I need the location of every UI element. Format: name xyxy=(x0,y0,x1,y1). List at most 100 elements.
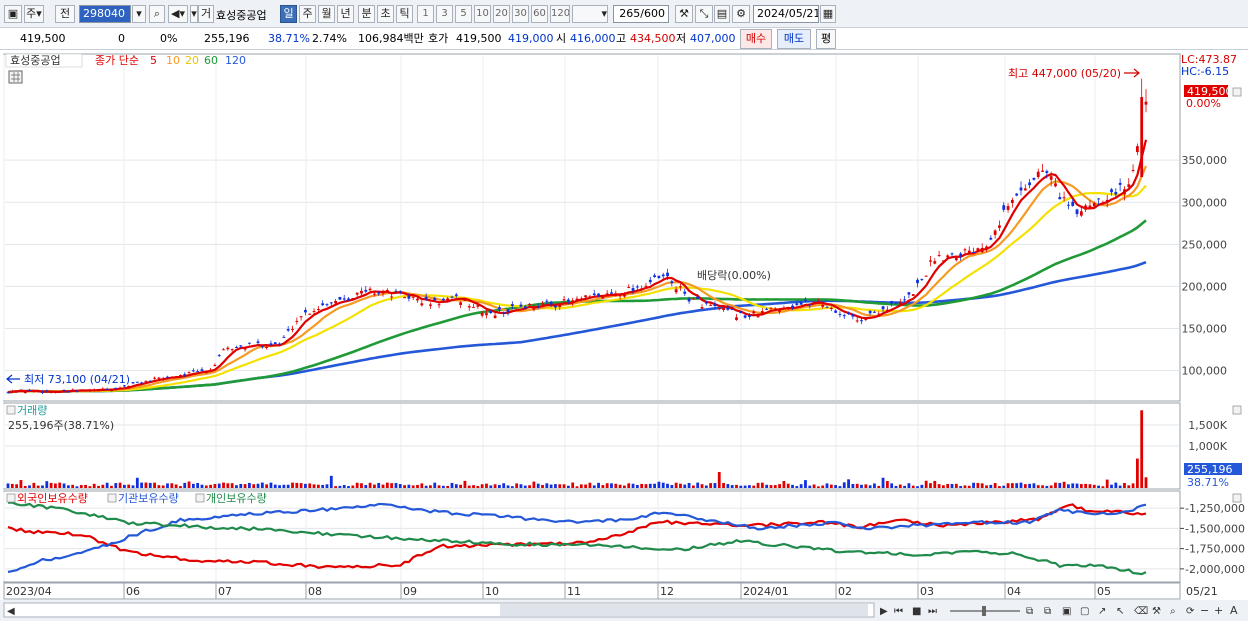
zoom-out-icon[interactable]: − xyxy=(1200,604,1209,617)
ge-button[interactable]: 거 xyxy=(198,5,214,23)
volume-bar xyxy=(851,483,855,488)
period-week-tab[interactable]: 주 xyxy=(299,5,316,23)
dropdown-arrow-icon[interactable]: ▾ xyxy=(190,5,198,23)
candle-body xyxy=(360,290,363,294)
volume-bar xyxy=(1135,458,1139,488)
scroll-thumb[interactable] xyxy=(500,604,868,616)
grid-toggle-icon[interactable] xyxy=(8,70,23,84)
sync-icon[interactable]: ⟳ xyxy=(1186,606,1195,617)
period-month-tab[interactable]: 월 xyxy=(318,5,335,23)
candle-body xyxy=(696,296,700,299)
candle-body xyxy=(1045,171,1049,173)
magnify-icon[interactable]: ⌕ xyxy=(1170,606,1176,617)
code-dropdown-icon[interactable]: ▾ xyxy=(132,5,146,23)
holding-close-icon[interactable] xyxy=(1232,493,1242,503)
legend-ma-label: 종가 단순 xyxy=(95,54,139,67)
multiplier-30[interactable]: 30 xyxy=(512,5,529,23)
volume-panel-icon[interactable] xyxy=(6,405,16,415)
multiplier-3[interactable]: 3 xyxy=(436,5,453,23)
x-tick-label: 10 xyxy=(485,585,499,598)
trendline-icon[interactable]: ↗ xyxy=(1098,606,1106,617)
holding-individual-icon[interactable] xyxy=(195,493,205,503)
candle-body xyxy=(597,293,600,296)
search-icon[interactable]: ⌕ xyxy=(149,5,165,23)
market-select[interactable]: 주▾ xyxy=(24,5,44,23)
stock-code-input[interactable]: 298040 xyxy=(79,5,131,23)
scroll-right-icon[interactable]: ▶ xyxy=(880,606,888,617)
volume-bar xyxy=(62,483,66,488)
eval-button[interactable]: 평 xyxy=(816,29,836,49)
volume-bar xyxy=(32,482,36,488)
duplicate-icon[interactable]: ⧉ xyxy=(1044,606,1051,617)
custom-period-select[interactable]: ▾ xyxy=(572,5,608,23)
holding-panel-icon[interactable] xyxy=(6,493,16,503)
calendar-icon[interactable]: ▦ xyxy=(820,5,836,23)
volume-bar xyxy=(347,486,350,488)
multiplier-60[interactable]: 60 xyxy=(531,5,548,23)
candle-body xyxy=(394,290,398,292)
period-year-tab[interactable]: 년 xyxy=(337,5,354,23)
holding-foreign-label: 외국인보유수량 xyxy=(17,492,88,505)
buy-button[interactable]: 매수 xyxy=(740,29,772,49)
candle-body xyxy=(79,389,83,391)
volume-bar xyxy=(562,484,566,488)
panel-close-icon[interactable] xyxy=(1232,87,1242,97)
stock-chart[interactable]: 100,000 150,000 200,000 250,000 300,000 350,0… xyxy=(0,50,1248,621)
candle-body xyxy=(153,377,156,379)
period-second-tab[interactable]: 초 xyxy=(377,5,394,23)
multiplier-1[interactable]: 1 xyxy=(417,5,434,23)
holding-institution-icon[interactable] xyxy=(107,493,117,503)
x-tick-label: 08 xyxy=(308,585,322,598)
panel-icon[interactable]: ▢ xyxy=(1080,606,1089,617)
candle-body xyxy=(247,342,251,344)
draw-tool-icon[interactable]: ⤡ xyxy=(695,5,713,23)
pointer-icon[interactable]: ↖ xyxy=(1116,606,1124,617)
volume-bar xyxy=(864,484,868,488)
period-day-tab[interactable]: 일 xyxy=(280,5,297,23)
candle-body xyxy=(10,391,14,393)
multiplier-120[interactable]: 120 xyxy=(550,5,570,23)
volume-bar xyxy=(726,484,730,488)
text-tool-icon[interactable]: A xyxy=(1230,604,1238,617)
multiplier-5[interactable]: 5 xyxy=(455,5,472,23)
multiplier-20[interactable]: 20 xyxy=(493,5,510,23)
rewind-icon[interactable]: ⏮ xyxy=(894,606,903,617)
gear-icon[interactable]: ⚙ xyxy=(732,5,750,23)
bar-count-field[interactable]: 265/600 xyxy=(613,5,669,23)
erase-icon[interactable]: ⌫ xyxy=(1134,606,1148,617)
tools-icon[interactable]: ⚒ xyxy=(1152,606,1161,617)
candle-body xyxy=(506,309,510,313)
candle-body xyxy=(558,304,562,308)
prev-button[interactable]: 전 xyxy=(55,5,75,23)
zoom-slider-handle[interactable] xyxy=(982,606,986,616)
stop-icon[interactable]: ■ xyxy=(912,606,921,617)
volume-value-label: 255,196주(38.71%) xyxy=(8,419,114,432)
period-tick-tab[interactable]: 틱 xyxy=(396,5,413,23)
layout-icon[interactable]: ▣ xyxy=(1062,606,1071,617)
speaker-icon[interactable]: ◀▾ xyxy=(168,5,188,23)
forward-icon[interactable]: ⏭ xyxy=(928,606,937,617)
candle-body xyxy=(748,315,751,317)
copy-icon[interactable]: ⧉ xyxy=(1026,606,1033,617)
candle-body xyxy=(351,298,355,300)
volume-bar xyxy=(942,485,945,488)
candle-body xyxy=(657,275,661,278)
volume-bar xyxy=(127,484,131,488)
period-minute-tab[interactable]: 분 xyxy=(358,5,375,23)
zoom-in-icon[interactable]: + xyxy=(1214,604,1223,617)
volume-bar xyxy=(153,482,156,488)
candle-body xyxy=(575,298,579,301)
holding-tick-label: -1,750,000 xyxy=(1185,543,1245,556)
scroll-left-icon[interactable]: ◀ xyxy=(7,606,15,617)
date-input[interactable]: 2024/05/21 xyxy=(753,5,819,23)
save-icon[interactable]: ▤ xyxy=(714,5,730,23)
multiplier-10[interactable]: 10 xyxy=(474,5,491,23)
sell-button[interactable]: 매도 xyxy=(777,29,811,49)
candle-body xyxy=(131,382,135,384)
volume-bar xyxy=(213,484,217,488)
volume-bar xyxy=(1092,484,1096,488)
window-menu-icon[interactable]: ▣ xyxy=(4,5,22,23)
candle-body xyxy=(640,288,644,290)
indicator-icon[interactable]: ⚒ xyxy=(675,5,693,23)
volume-close-icon[interactable] xyxy=(1232,405,1242,415)
